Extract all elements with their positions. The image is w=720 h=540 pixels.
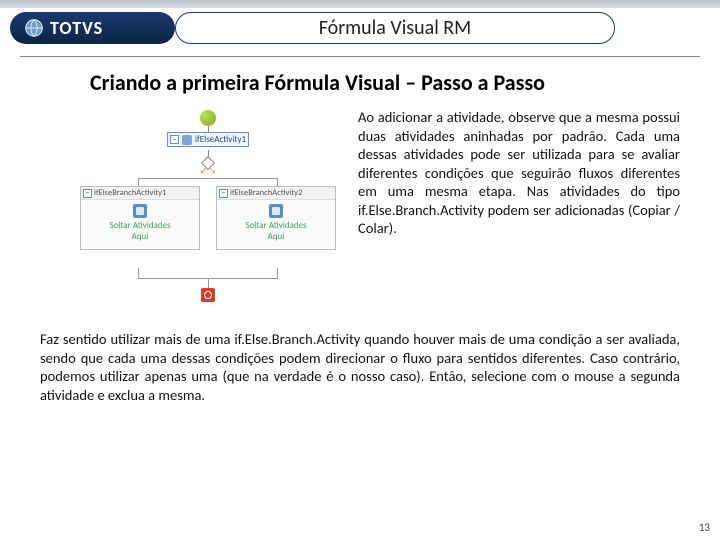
ifelse-label: ifElseActivity1 bbox=[195, 134, 246, 145]
page-number: 13 bbox=[699, 521, 710, 534]
drop-hint: Soltar Atividades Aqui bbox=[83, 221, 197, 243]
drop-line: Aqui bbox=[83, 232, 197, 243]
ifelse-activity: − ifElseActivity1 bbox=[167, 132, 249, 147]
paragraph-2: Faz sentido utilizar mais de uma if.Else… bbox=[0, 308, 720, 404]
header: TOTVS Fórmula Visual RM bbox=[0, 8, 720, 48]
branch-activity-2: − ifElseBranchActivity2 Soltar Atividade… bbox=[216, 186, 336, 250]
start-icon bbox=[200, 110, 216, 126]
branch-title: ifElseBranchActivity1 bbox=[94, 188, 166, 198]
content-row: − ifElseActivity1 ↙ ↘ − ifElseBranchActi… bbox=[0, 102, 720, 308]
decision-arrows: ↙ ↘ bbox=[200, 166, 216, 176]
connector bbox=[277, 178, 278, 186]
condition-icon bbox=[133, 204, 147, 218]
connector bbox=[277, 268, 278, 278]
condition-icon bbox=[269, 204, 283, 218]
drop-line: Aqui bbox=[219, 232, 333, 243]
top-bar bbox=[0, 0, 720, 8]
connector bbox=[138, 178, 278, 179]
branch-title: ifElseBranchActivity2 bbox=[230, 188, 302, 198]
section-heading: Criando a primeira Fórmula Visual – Pass… bbox=[0, 57, 720, 102]
ifelse-icon bbox=[182, 135, 192, 145]
paragraph-1: Ao adicionar a atividade, observe que a … bbox=[358, 108, 680, 308]
collapse-icon: − bbox=[83, 189, 92, 198]
title-pill: Fórmula Visual RM bbox=[175, 12, 615, 44]
page-title: Fórmula Visual RM bbox=[319, 16, 472, 40]
collapse-icon: − bbox=[170, 135, 179, 144]
workflow-diagram: − ifElseActivity1 ↙ ↘ − ifElseBranchActi… bbox=[78, 108, 338, 308]
connector bbox=[138, 178, 139, 186]
end-icon bbox=[201, 288, 215, 302]
brand-name: TOTVS bbox=[50, 17, 103, 39]
branch-header: − ifElseBranchActivity2 bbox=[217, 187, 335, 200]
branch-header: − ifElseBranchActivity1 bbox=[81, 187, 199, 200]
connector bbox=[208, 278, 209, 288]
connector bbox=[138, 268, 139, 278]
branch-body: Soltar Atividades Aqui bbox=[81, 200, 199, 249]
globe-icon bbox=[24, 18, 44, 38]
collapse-icon: − bbox=[219, 189, 228, 198]
branch-activity-1: − ifElseBranchActivity1 Soltar Atividade… bbox=[80, 186, 200, 250]
brand-logo: TOTVS bbox=[24, 17, 103, 39]
branch-body: Soltar Atividades Aqui bbox=[217, 200, 335, 249]
drop-hint: Soltar Atividades Aqui bbox=[219, 221, 333, 243]
